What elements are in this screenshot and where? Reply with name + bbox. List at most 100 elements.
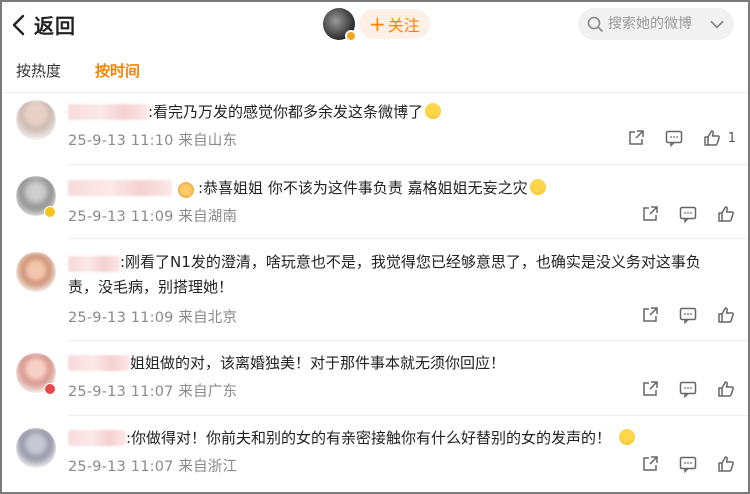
share-icon bbox=[643, 456, 658, 471]
comment-text-content: :看完乃万发的感觉你都多余发这条微博了 bbox=[148, 103, 424, 121]
tab-sort-hot[interactable]: 按热度 bbox=[16, 60, 61, 81]
commenter-avatar[interactable] bbox=[16, 100, 56, 140]
follow-label: 关注 bbox=[387, 16, 420, 35]
comment-actions bbox=[622, 305, 736, 325]
share-button[interactable] bbox=[640, 379, 660, 399]
share-icon bbox=[643, 381, 658, 396]
commenter-name-redacted[interactable] bbox=[68, 430, 126, 446]
comment-actions: 1 bbox=[608, 128, 736, 148]
sort-tabs: 按热度 按时间 bbox=[16, 60, 140, 81]
comment-meta: 25-9-13 11:07 来自浙江 bbox=[68, 455, 237, 476]
comment-date: 25-9-13 11:09 bbox=[68, 209, 174, 225]
tears-emoji bbox=[529, 179, 546, 195]
commenter-name-redacted[interactable] bbox=[68, 256, 120, 272]
verified-badge-icon bbox=[345, 30, 357, 42]
profile-area: + 关注 bbox=[323, 8, 430, 42]
comment-text: :看完乃万发的感觉你都多余发这条微博了 bbox=[148, 99, 442, 125]
comment-text: :你做得对！你前夫和别的女的有亲密接触你有什么好替别的女的发声的！ bbox=[126, 425, 636, 451]
comment-meta: 25-9-13 11:09 来自湖南 bbox=[68, 205, 237, 226]
share-button[interactable] bbox=[640, 454, 660, 474]
reply-button[interactable] bbox=[678, 305, 698, 325]
verified-badge-icon bbox=[44, 383, 56, 395]
commenter-avatar[interactable] bbox=[16, 428, 56, 468]
search-box[interactable] bbox=[578, 8, 734, 40]
comment-meta: 25-9-13 11:09 来自北京 bbox=[68, 306, 237, 327]
share-icon bbox=[628, 130, 644, 145]
commenter-name-redacted[interactable] bbox=[68, 180, 172, 196]
thumbs-up-icon bbox=[718, 456, 734, 472]
comment-text-content: 责，没毛病，别搭理她！ bbox=[68, 278, 234, 296]
comment-location: 来自北京 bbox=[178, 310, 238, 326]
like-button[interactable] bbox=[716, 305, 736, 325]
comment-text-content: :你做得对！你前夫和别的女的有亲密接触你有什么好替别的女的发声的！ bbox=[126, 429, 612, 447]
comment-icon bbox=[679, 307, 697, 325]
share-icon bbox=[643, 206, 658, 221]
comment-item: :恭喜姐姐 你不该为这件事负责 嘉格姐姐无妄之灾 25-9-13 11:09 来… bbox=[0, 172, 750, 239]
follow-button[interactable]: + 关注 bbox=[359, 9, 430, 39]
thumbs-up-icon bbox=[718, 206, 734, 222]
comment-date: 25-9-13 11:10 bbox=[68, 133, 174, 149]
comment-item: :刚看了N1发的澄清，啥玩意也不是，我觉得您已经够意思了，也确实是没义务对这事负… bbox=[0, 248, 750, 341]
reply-button[interactable] bbox=[678, 454, 698, 474]
comment-text: :刚看了N1发的澄清，啥玩意也不是，我觉得您已经够意思了，也确实是没义务对这事负 bbox=[120, 249, 701, 275]
comment-text: :恭喜姐姐 你不该为这件事负责 嘉格姐姐无妄之灾 bbox=[198, 175, 546, 201]
crown-badge-icon bbox=[178, 182, 194, 198]
commenter-name-redacted[interactable] bbox=[68, 104, 148, 120]
verified-badge-icon bbox=[44, 206, 56, 218]
row-divider bbox=[68, 238, 750, 239]
chevron-left-icon bbox=[12, 14, 25, 35]
share-button[interactable] bbox=[626, 128, 646, 148]
back-button[interactable]: 返回 bbox=[10, 10, 76, 39]
like-button[interactable] bbox=[702, 128, 722, 148]
comment-icon bbox=[679, 456, 697, 474]
commenter-avatar[interactable] bbox=[16, 252, 56, 292]
comment-icon bbox=[679, 206, 697, 224]
comment-date: 25-9-13 11:07 bbox=[68, 384, 174, 400]
back-label: 返回 bbox=[34, 14, 76, 38]
top-bar: 返回 + 关注 bbox=[0, 0, 750, 50]
comment-text-content: 姐姐做的对，该离婚独美！对于那件事本就无须你回应！ bbox=[130, 354, 506, 372]
facepalm-emoji bbox=[619, 429, 636, 445]
thumbs-up-icon bbox=[718, 307, 734, 323]
comment-meta: 25-9-13 11:10 来自山东 bbox=[68, 129, 237, 150]
comment-text-continued: 责，没毛病，别搭理她！ bbox=[68, 274, 233, 300]
row-divider bbox=[68, 415, 750, 416]
like-button[interactable] bbox=[716, 204, 736, 224]
share-button[interactable] bbox=[640, 204, 660, 224]
like-count: 1 bbox=[727, 130, 736, 146]
comment-actions bbox=[622, 379, 736, 399]
comment-item: 姐姐做的对，该离婚独美！对于那件事本就无须你回应！ 25-9-13 11:07 … bbox=[0, 349, 750, 416]
comment-item: :你做得对！你前夫和别的女的有亲密接触你有什么好替别的女的发声的！ 25-9-1… bbox=[0, 424, 750, 490]
laugh-cry-emoji bbox=[425, 103, 442, 119]
search-icon bbox=[587, 16, 603, 32]
tab-sort-time[interactable]: 按时间 bbox=[95, 60, 140, 81]
thumbs-up-icon bbox=[718, 381, 734, 397]
comment-location: 来自广东 bbox=[178, 384, 238, 400]
reply-button[interactable] bbox=[678, 379, 698, 399]
user-avatar[interactable] bbox=[323, 8, 357, 42]
like-button[interactable] bbox=[716, 454, 736, 474]
row-divider bbox=[68, 340, 750, 341]
comment-location: 来自浙江 bbox=[178, 459, 238, 475]
row-divider bbox=[68, 164, 750, 165]
divider bbox=[0, 92, 750, 93]
comment-location: 来自湖南 bbox=[178, 209, 238, 225]
like-button[interactable] bbox=[716, 379, 736, 399]
comment-date: 25-9-13 11:09 bbox=[68, 310, 174, 326]
plus-icon: + bbox=[369, 12, 386, 36]
search-input[interactable] bbox=[608, 16, 704, 32]
comment-item: :看完乃万发的感觉你都多余发这条微博了 25-9-13 11:10 来自山东 1 bbox=[0, 96, 750, 165]
commenter-name-redacted[interactable] bbox=[68, 355, 130, 371]
comment-text: 姐姐做的对，该离婚独美！对于那件事本就无须你回应！ bbox=[130, 350, 505, 376]
comment-date: 25-9-13 11:07 bbox=[68, 459, 174, 475]
comment-location: 来自山东 bbox=[178, 133, 238, 149]
chevron-down-icon[interactable] bbox=[708, 15, 726, 33]
comment-icon bbox=[679, 381, 697, 399]
reply-button[interactable] bbox=[664, 128, 684, 148]
share-button[interactable] bbox=[640, 305, 660, 325]
comment-icon bbox=[665, 130, 682, 148]
share-icon bbox=[643, 307, 658, 322]
comment-actions bbox=[622, 204, 736, 224]
reply-button[interactable] bbox=[678, 204, 698, 224]
comment-actions bbox=[622, 454, 736, 474]
